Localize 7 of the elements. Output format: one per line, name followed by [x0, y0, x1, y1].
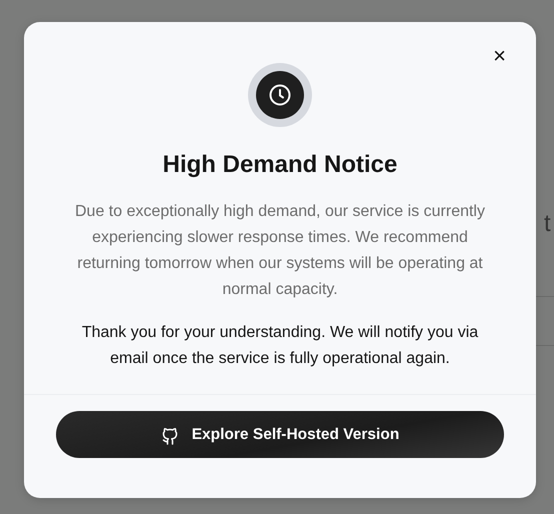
notify-note: Thank you for your understanding. We will notify you via email once the service is fully operational again. [80, 323, 480, 369]
clock-icon [268, 83, 292, 107]
background-text: t [544, 210, 551, 238]
self-hosted-button[interactable]: Explore Self-Hosted Version [56, 411, 504, 458]
close-button[interactable]: × [489, 44, 510, 68]
dialog-title: High Demand Notice [162, 151, 398, 179]
notice-message: Due to exceptionally high demand, our service is currently experiencing slower response times. We recommend returning tomorrow when our systems will be operating at normal capacity. [74, 202, 486, 300]
